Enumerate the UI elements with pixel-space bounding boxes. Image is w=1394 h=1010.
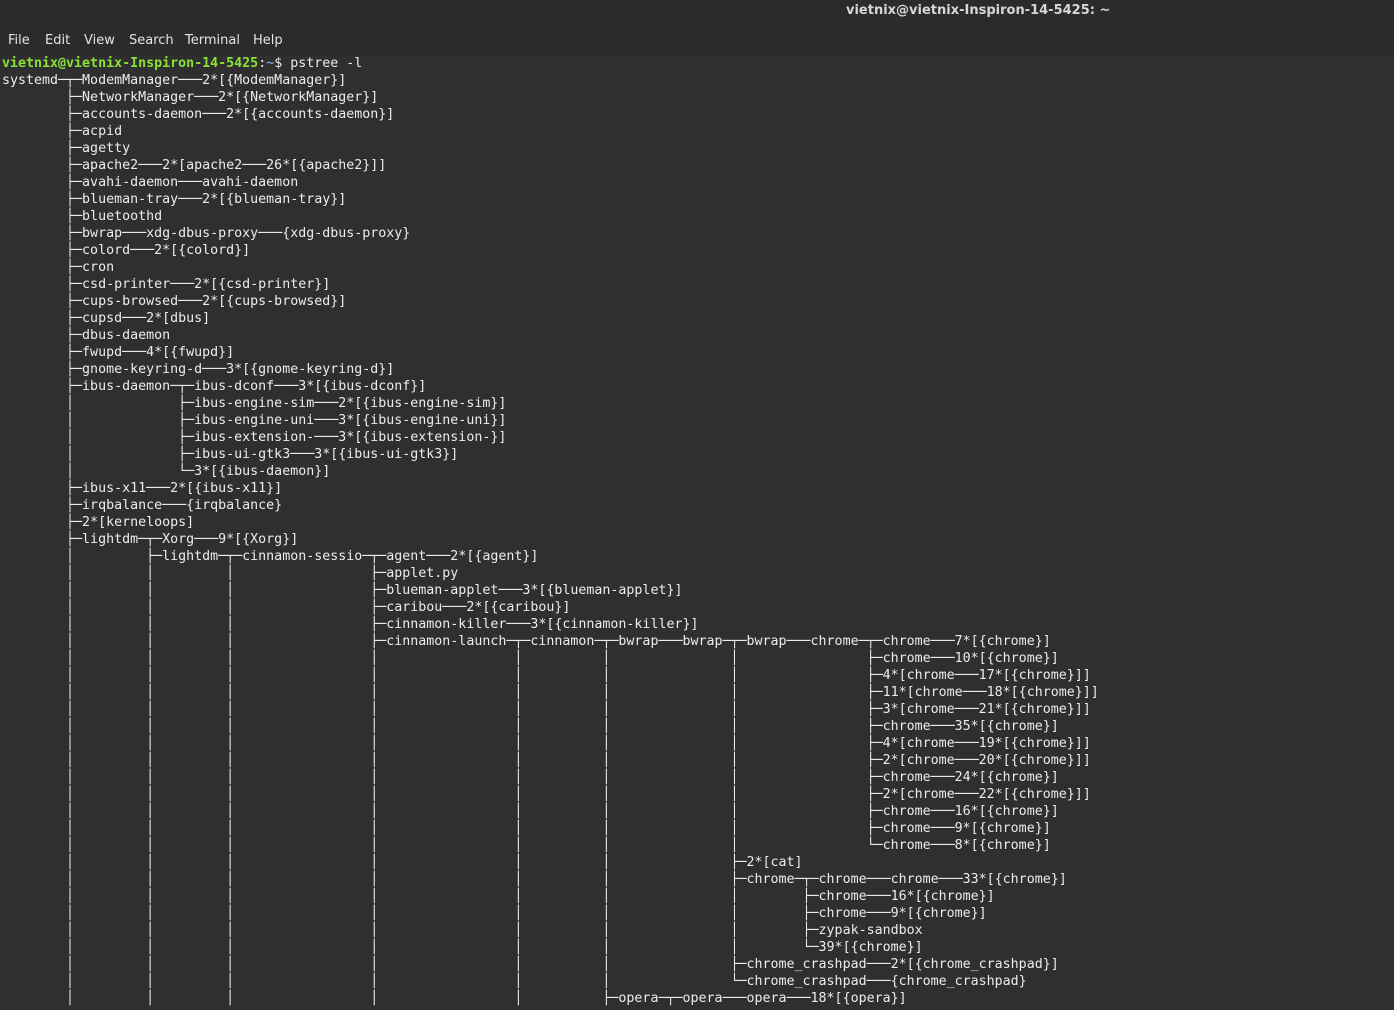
output-line: ├─bwrap───xdg-dbus-proxy───{xdg-dbus-pro… bbox=[2, 226, 411, 241]
output-line: ├─apache2───2*[apache2───26*[{apache2}]] bbox=[2, 158, 387, 173]
terminal-window: vietnix@vietnix-Inspiron-14-5425: ~ File… bbox=[0, 0, 1394, 1010]
prompt-line: vietnix@vietnix-Inspiron-14-5425:~$ pstr… bbox=[2, 56, 362, 71]
output-line: systemd─┬─ModemManager───2*[{ModemManage… bbox=[2, 73, 347, 88]
menu-terminal[interactable]: Terminal bbox=[185, 33, 240, 48]
output-line: │ ├─lightdm─┬─cinnamon-sessio─┬─agent───… bbox=[2, 549, 539, 564]
output-line: │ │ │ │ │ │ │ ├─4*[chrome───19*[{chrome}… bbox=[2, 736, 1091, 751]
output-line: ├─NetworkManager───2*[{NetworkManager}] bbox=[2, 90, 379, 105]
output-line: │ ├─ibus-engine-uni───3*[{ibus-engine-un… bbox=[2, 413, 507, 428]
output-line: │ │ │ │ │ │ │ ├─chrome───16*[{chrome}] bbox=[2, 804, 1059, 819]
output-line: │ └─3*[{ibus-daemon}] bbox=[2, 464, 331, 479]
output-line: │ │ │ │ │ ├─opera─┬─opera───opera───18*[… bbox=[2, 991, 907, 1006]
output-line: │ │ │ │ │ │ │ ├─chrome───16*[{chrome}] bbox=[2, 889, 995, 904]
output-line: ├─ibus-x11───2*[{ibus-x11}] bbox=[2, 481, 283, 496]
output-line: ├─fwupd───4*[{fwupd}] bbox=[2, 345, 235, 360]
output-line: │ │ │ │ │ │ │ └─39*[{chrome}] bbox=[2, 940, 923, 955]
output-line: ├─avahi-daemon───avahi-daemon bbox=[2, 175, 299, 190]
output-line: │ ├─ibus-ui-gtk3───3*[{ibus-ui-gtk3}] bbox=[2, 447, 459, 462]
title-bar[interactable]: vietnix@vietnix-Inspiron-14-5425: ~ bbox=[0, 0, 1394, 28]
output-line: ├─cupsd───2*[dbus] bbox=[2, 311, 211, 326]
output-line: ├─dbus-daemon bbox=[2, 328, 171, 343]
output-line: ├─lightdm─┬─Xorg───9*[{Xorg}] bbox=[2, 532, 299, 547]
output-line: │ │ │ │ │ │ ├─2*[cat] bbox=[2, 855, 803, 870]
output-line: │ │ │ │ │ │ │ ├─zypak-sandbox bbox=[2, 923, 923, 938]
output-line: ├─irqbalance───{irqbalance} bbox=[2, 498, 283, 513]
menu-bar: File Edit View Search Terminal Help bbox=[0, 28, 1394, 56]
window-title: vietnix@vietnix-Inspiron-14-5425: ~ bbox=[846, 3, 1111, 18]
output-line: ├─ibus-daemon─┬─ibus-dconf───3*[{ibus-dc… bbox=[2, 379, 427, 394]
output-line: ├─2*[kerneloops] bbox=[2, 515, 195, 530]
output-line: │ │ │ ├─blueman-applet───3*[{blueman-app… bbox=[2, 583, 683, 598]
output-line: │ │ │ │ │ │ ├─chrome─┬─chrome───chrome──… bbox=[2, 872, 1067, 887]
terminal-output: vietnix@vietnix-Inspiron-14-5425:~$ pstr… bbox=[2, 55, 1099, 1007]
menu-search[interactable]: Search bbox=[129, 33, 174, 48]
output-line: │ │ │ │ │ │ │ ├─chrome───9*[{chrome}] bbox=[2, 906, 987, 921]
prompt-symbol: $ bbox=[274, 56, 283, 71]
output-line: │ │ │ │ │ │ │ ├─2*[chrome───20*[{chrome}… bbox=[2, 753, 1091, 768]
output-line: │ ├─ibus-extension-───3*[{ibus-extension… bbox=[2, 430, 507, 445]
menu-file[interactable]: File bbox=[8, 33, 30, 48]
output-line: │ │ │ │ │ │ │ ├─chrome───10*[{chrome}] bbox=[2, 651, 1059, 666]
output-line: ├─agetty bbox=[2, 141, 131, 156]
output-line: │ │ │ ├─cinnamon-killer───3*[{cinnamon-k… bbox=[2, 617, 699, 632]
output-line: ├─csd-printer───2*[{csd-printer}] bbox=[2, 277, 331, 292]
output-line: │ ├─ibus-engine-sim───2*[{ibus-engine-si… bbox=[2, 396, 507, 411]
output-line: ├─colord───2*[{colord}] bbox=[2, 243, 251, 258]
output-line: │ │ │ ├─applet.py bbox=[2, 566, 459, 581]
output-line: │ │ │ │ │ │ └─chrome_crashpad───{chrome_… bbox=[2, 974, 1027, 989]
output-line: │ │ │ ├─cinnamon-launch─┬─cinnamon─┬─bwr… bbox=[2, 634, 1051, 649]
output-line: │ │ │ │ │ │ │ ├─3*[chrome───21*[{chrome}… bbox=[2, 702, 1091, 717]
output-line: ├─blueman-tray───2*[{blueman-tray}] bbox=[2, 192, 347, 207]
output-line: ├─gnome-keyring-d───3*[{gnome-keyring-d}… bbox=[2, 362, 395, 377]
pstree-output: systemd─┬─ModemManager───2*[{ModemManage… bbox=[2, 73, 1099, 1006]
output-line: │ │ │ │ │ │ │ └─chrome───8*[{chrome}] bbox=[2, 838, 1051, 853]
menu-edit[interactable]: Edit bbox=[45, 33, 70, 48]
terminal-content[interactable]: vietnix@vietnix-Inspiron-14-5425:~$ pstr… bbox=[0, 55, 1394, 1010]
prompt-user: vietnix@vietnix-Inspiron-14-5425 bbox=[2, 56, 259, 71]
output-line: │ │ │ │ │ │ │ ├─chrome───24*[{chrome}] bbox=[2, 770, 1059, 785]
output-line: ├─cron bbox=[2, 260, 115, 275]
prompt-separator: : bbox=[258, 56, 267, 71]
output-line: ├─cups-browsed───2*[{cups-browsed}] bbox=[2, 294, 347, 309]
output-line: │ │ │ │ │ │ ├─chrome_crashpad───2*[{chro… bbox=[2, 957, 1059, 972]
menu-help[interactable]: Help bbox=[253, 33, 283, 48]
output-line: │ │ │ │ │ │ │ ├─4*[chrome───17*[{chrome}… bbox=[2, 668, 1091, 683]
output-line: │ │ │ ├─caribou───2*[{caribou}] bbox=[2, 600, 571, 615]
output-line: ├─acpid bbox=[2, 124, 123, 139]
output-line: ├─accounts-daemon───2*[{accounts-daemon}… bbox=[2, 107, 395, 122]
output-line: ├─bluetoothd bbox=[2, 209, 163, 224]
output-line: │ │ │ │ │ │ │ ├─11*[chrome───18*[{chrome… bbox=[2, 685, 1099, 700]
output-line: │ │ │ │ │ │ │ ├─chrome───9*[{chrome}] bbox=[2, 821, 1051, 836]
command-text: pstree -l bbox=[290, 56, 363, 71]
output-line: │ │ │ │ │ │ │ ├─chrome───35*[{chrome}] bbox=[2, 719, 1059, 734]
output-line: │ │ │ │ │ │ │ ├─2*[chrome───22*[{chrome}… bbox=[2, 787, 1091, 802]
menu-view[interactable]: View bbox=[84, 33, 115, 48]
